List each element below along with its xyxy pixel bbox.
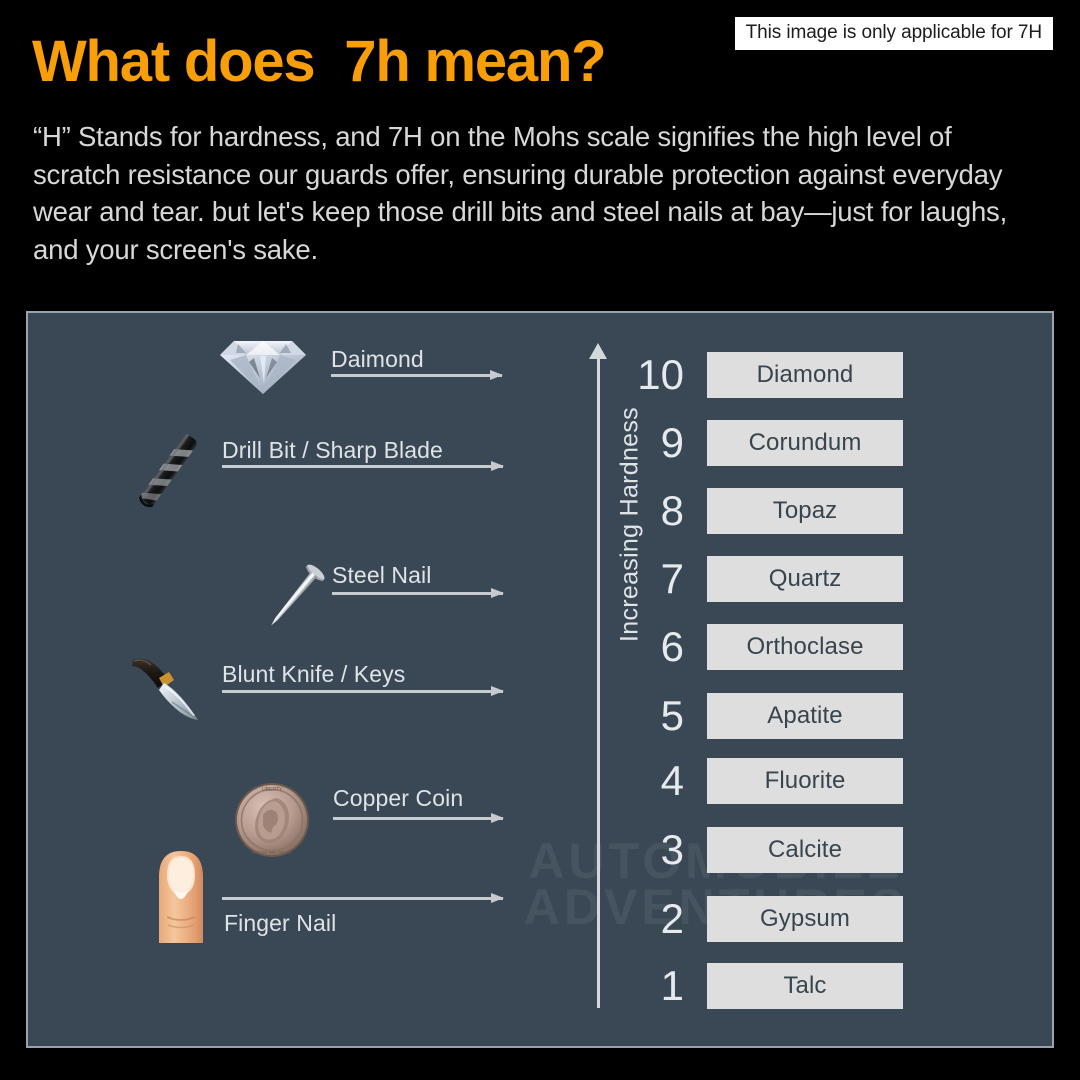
mineral-name: Apatite xyxy=(767,702,843,729)
tool-label-finger-nail: Finger Nail xyxy=(224,910,337,936)
scale-row: 9 Corundum xyxy=(600,414,920,472)
mineral-name: Gypsum xyxy=(760,905,850,932)
mineral-name: Calcite xyxy=(767,836,843,863)
tool-label-knife: Blunt Knife / Keys xyxy=(222,661,406,687)
hardness-value: 5 xyxy=(660,692,684,739)
tool-label-copper-coin: Copper Coin xyxy=(333,785,464,811)
applicability-badge: This image is only applicable for 7H xyxy=(734,17,1053,50)
coin-icon: LIBERTY IN GOD WE TRUST xyxy=(233,781,311,859)
tool-arrow-steel-nail xyxy=(332,588,504,598)
infographic-page: This image is only applicable for 7H Wha… xyxy=(0,0,1080,1080)
mineral-bar: Gypsum xyxy=(707,896,903,942)
scale-row: 5 Apatite xyxy=(600,687,920,745)
hardness-value: 8 xyxy=(660,487,684,534)
mineral-name: Topaz xyxy=(772,497,838,524)
mineral-bar: Topaz xyxy=(707,488,903,534)
hardness-value: 6 xyxy=(660,623,684,670)
mineral-name: Corundum xyxy=(748,429,862,456)
tool-label-drill-bit: Drill Bit / Sharp Blade xyxy=(222,437,443,463)
mineral-bar: Fluorite xyxy=(707,758,903,804)
mineral-bar: Corundum xyxy=(707,420,903,466)
scale-row: 8 Topaz xyxy=(600,482,920,540)
drill-bit-icon xyxy=(134,424,204,516)
hardness-value: 4 xyxy=(660,757,684,804)
tool-arrow-copper-coin xyxy=(333,813,504,823)
mineral-name: Fluorite xyxy=(764,767,846,794)
svg-text:LIBERTY: LIBERTY xyxy=(262,787,283,793)
tool-arrow-knife xyxy=(222,686,504,696)
diamond-icon xyxy=(216,338,310,396)
description-paragraph: “H” Stands for hardness, and 7H on the M… xyxy=(33,121,1008,265)
mineral-bar: Talc xyxy=(707,963,903,1009)
mineral-name: Talc xyxy=(783,972,827,999)
scale-row: 10 Diamond xyxy=(600,346,920,404)
svg-text:IN GOD WE TRUST: IN GOD WE TRUST xyxy=(252,850,293,855)
page-title: What does 7h mean? xyxy=(32,29,607,94)
hardness-value: 10 xyxy=(637,351,684,398)
finger-nail-icon xyxy=(155,849,207,945)
mineral-name: Quartz xyxy=(768,565,842,592)
hardness-value: 3 xyxy=(660,826,684,873)
mineral-bar: Apatite xyxy=(707,693,903,739)
tool-label-diamond: Daimond xyxy=(331,346,424,372)
mineral-bar: Orthoclase xyxy=(707,624,903,670)
hardness-value: 2 xyxy=(660,895,684,942)
tool-arrow-finger-nail xyxy=(222,893,504,903)
tool-label-steel-nail: Steel Nail xyxy=(332,562,432,588)
mineral-bar: Quartz xyxy=(707,556,903,602)
scale-row: 7 Quartz xyxy=(600,550,920,608)
hardness-value: 9 xyxy=(660,419,684,466)
steel-nail-icon xyxy=(258,556,332,638)
scale-row: 3 Calcite xyxy=(600,821,920,879)
scale-row: 4 Fluorite xyxy=(600,752,920,810)
scale-row: 1 Talc xyxy=(600,957,920,1015)
mineral-name: Orthoclase xyxy=(746,633,864,660)
scale-row: 2 Gypsum xyxy=(600,890,920,948)
mineral-bar: Calcite xyxy=(707,827,903,873)
mineral-bar: Diamond xyxy=(707,352,903,398)
tool-arrow-drill-bit xyxy=(222,461,504,471)
hardness-value: 7 xyxy=(660,555,684,602)
mineral-name: Diamond xyxy=(756,361,854,388)
hardness-value: 1 xyxy=(660,962,684,1009)
tool-arrow-diamond xyxy=(331,370,503,380)
scale-row: 6 Orthoclase xyxy=(600,618,920,676)
knife-icon xyxy=(128,650,210,728)
